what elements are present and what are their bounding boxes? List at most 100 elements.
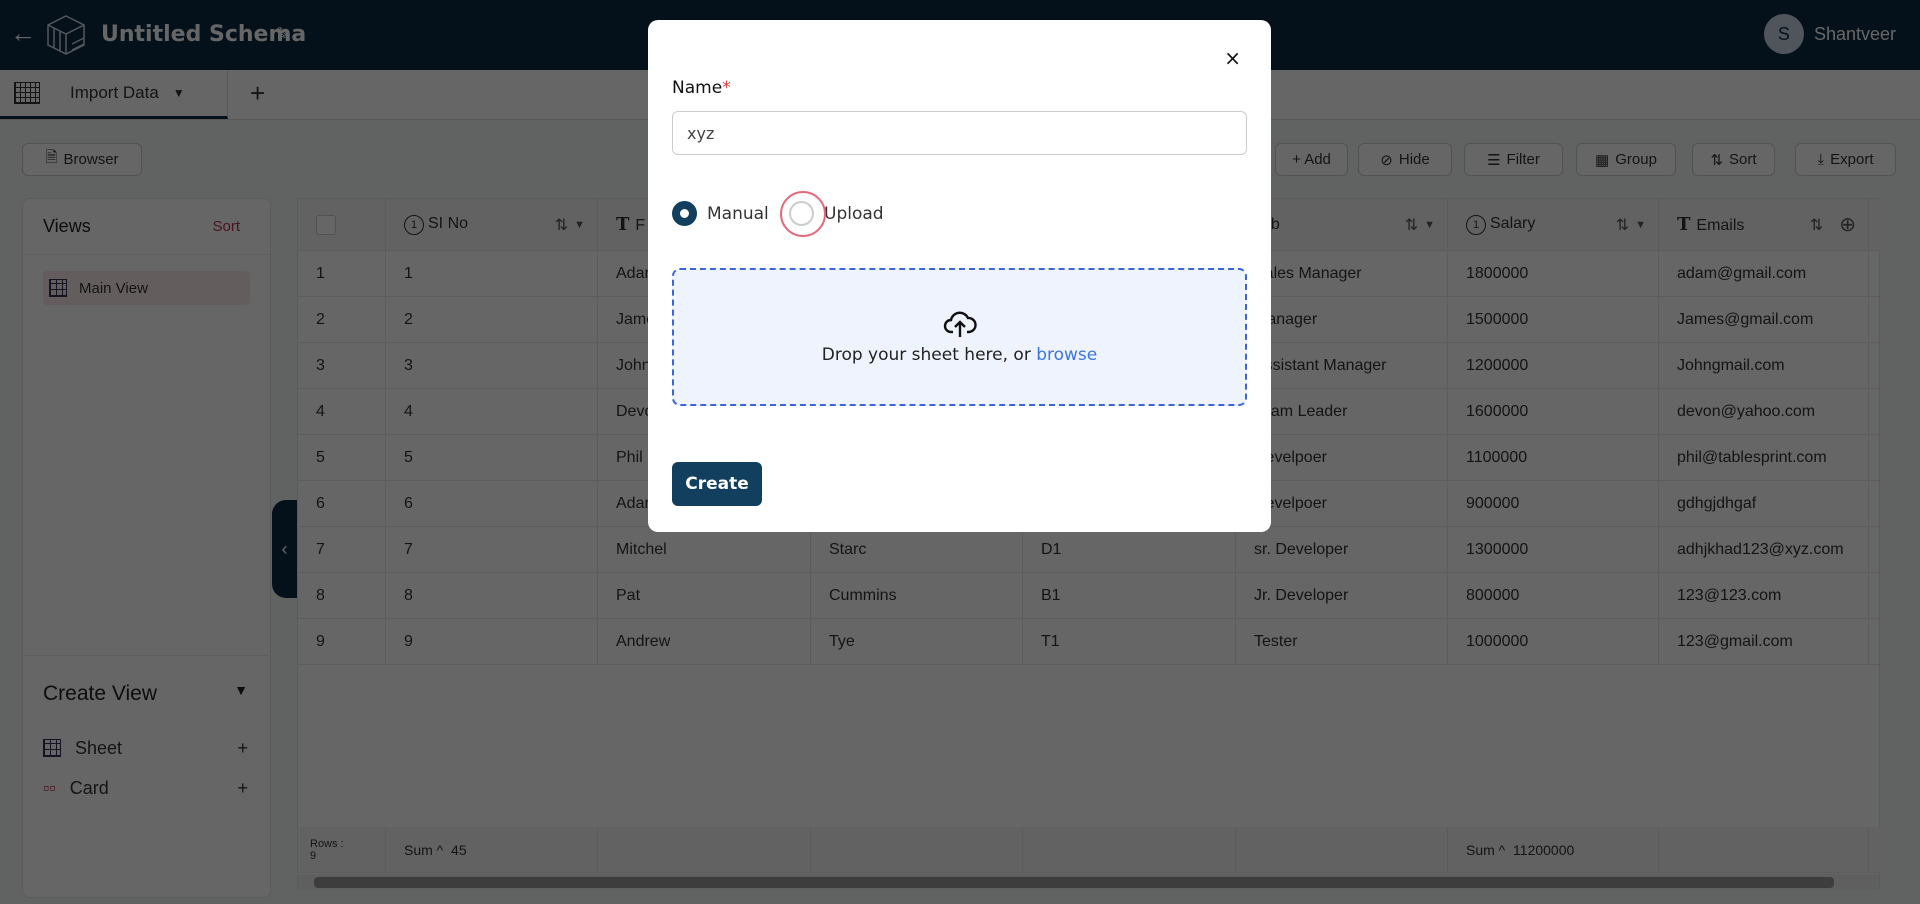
column-label: TF (616, 214, 645, 235)
table-cell[interactable]: 1100000 (1448, 435, 1659, 480)
chevron-down-icon[interactable]: ▼ (1635, 219, 1646, 231)
table-cell[interactable]: phil@tablesprint.com (1659, 435, 1869, 480)
table-cell[interactable]: 2 (386, 297, 598, 342)
chevron-left-icon: ‹ (281, 538, 288, 559)
select-all-checkbox-cell[interactable] (298, 199, 386, 250)
close-icon[interactable]: × (1224, 46, 1241, 70)
table-cell[interactable]: T1 (1023, 619, 1236, 664)
add-tab-button[interactable]: + (250, 78, 265, 109)
table-cell[interactable]: adam@gmail.com (1659, 251, 1869, 296)
table-cell[interactable]: Starc (811, 527, 1023, 572)
table-cell[interactable]: Andrew (598, 619, 811, 664)
chevron-down-icon[interactable]: ▼ (574, 219, 585, 231)
browser-button[interactable]: 🗎 Browser (22, 143, 142, 176)
views-sort-link[interactable]: Sort (212, 218, 240, 235)
table-cell[interactable]: Mitchel (598, 527, 811, 572)
table-cell[interactable]: Tye (811, 619, 1023, 664)
column-label: 1 SI No (404, 214, 469, 235)
table-cell[interactable]: Cummins (811, 573, 1023, 618)
sort-icon[interactable]: ⇅ (555, 215, 568, 235)
table-cell[interactable]: Jr. Developer (1236, 573, 1448, 618)
export-button[interactable]: ⤓ Export (1795, 143, 1896, 176)
table-cell[interactable]: devon@yahoo.com (1659, 389, 1869, 434)
group-button[interactable]: ▦ Group (1576, 143, 1676, 176)
sum-toggle[interactable]: Sum ^ (1466, 842, 1505, 858)
add-column-icon[interactable]: ⊕ (1839, 212, 1856, 237)
create-button[interactable]: Create (672, 462, 762, 506)
radio-upload[interactable]: Upload (789, 201, 884, 226)
table-cell[interactable]: 9 (386, 619, 598, 664)
table-cell[interactable]: 7 (386, 527, 598, 572)
table-cell[interactable]: 1800000 (1448, 251, 1659, 296)
table-cell[interactable]: 1600000 (1448, 389, 1659, 434)
table-cell[interactable]: Pat (598, 573, 811, 618)
view-item-main[interactable]: Main View (43, 271, 250, 305)
filter-button[interactable]: ☰ Filter (1464, 143, 1563, 176)
table-cell[interactable]: 123@gmail.com (1659, 619, 1869, 664)
sort-icon[interactable]: ⇅ (1405, 215, 1418, 235)
tab-import-data[interactable]: Import Data ▼ (0, 70, 228, 119)
radio-manual[interactable]: Manual (672, 201, 769, 226)
table-cell[interactable]: 800000 (1448, 573, 1659, 618)
back-arrow-icon[interactable]: ← (10, 18, 36, 49)
add-button[interactable]: + Add (1275, 143, 1348, 176)
column-name: SI No (428, 214, 469, 232)
browse-link[interactable]: browse (1036, 345, 1097, 365)
table-cell[interactable]: Tester (1236, 619, 1448, 664)
sheet-grid-icon (43, 739, 61, 757)
browser-label: Browser (63, 151, 119, 168)
table-cell[interactable]: 123@123.com (1659, 573, 1869, 618)
table-cell[interactable]: 3 (386, 343, 598, 388)
edit-pencil-icon[interactable]: ✎ (275, 24, 290, 45)
table-cell[interactable]: 1 (386, 251, 598, 296)
table-cell[interactable]: 1000000 (1448, 619, 1659, 664)
create-sheet-view[interactable]: Sheet + (43, 728, 248, 768)
table-cell[interactable]: 8 (386, 573, 598, 618)
user-menu[interactable]: S Shantveer (1763, 14, 1896, 54)
select-all-checkbox[interactable] (316, 214, 336, 235)
table-cell[interactable]: D1 (1023, 527, 1236, 572)
sort-icon: ⇅ (1710, 151, 1724, 169)
plus-icon[interactable]: + (237, 738, 248, 759)
chevron-down-icon[interactable]: ▼ (234, 682, 248, 706)
create-card-view[interactable]: ▫▫ Card + (43, 768, 248, 808)
sort-icon[interactable]: ⇅ (1616, 215, 1629, 235)
table-cell[interactable]: gdhgjdhgaf (1659, 481, 1869, 526)
dropzone-text: Drop your sheet here, or browse (822, 345, 1098, 365)
create-sheet-modal: × Name* Manual Upload Drop your sheet he… (648, 20, 1271, 532)
table-cell[interactable]: 4 (386, 389, 598, 434)
table-cell[interactable]: James@gmail.com (1659, 297, 1869, 342)
table-cell[interactable]: 5 (386, 435, 598, 480)
name-input[interactable] (672, 111, 1247, 155)
table-cell[interactable]: Johngmail.com (1659, 343, 1869, 388)
radio-button-unchecked[interactable] (789, 201, 814, 226)
horizontal-scrollbar[interactable] (298, 874, 1879, 890)
chevron-down-icon[interactable]: ▼ (1424, 219, 1435, 231)
table-row[interactable]: 8 8 Pat Cummins B1 Jr. Developer 800000 123@123… (298, 573, 1881, 619)
table-cell[interactable]: 1500000 (1448, 297, 1659, 342)
radio-button-checked[interactable] (672, 201, 697, 226)
sort-button[interactable]: ⇅ Sort (1692, 143, 1775, 176)
table-cell[interactable]: adhjkhad123@xyz.com (1659, 527, 1869, 572)
plus-icon[interactable]: + (237, 778, 248, 799)
table-cell[interactable]: 1300000 (1448, 527, 1659, 572)
table-cell[interactable]: 6 (386, 481, 598, 526)
column-header[interactable]: T Emails ⇅ ⊕ (1659, 199, 1869, 250)
create-view-section: Create View ▼ Sheet + ▫▫ Card + (23, 655, 270, 808)
file-dropzone[interactable]: Drop your sheet here, or browse (672, 268, 1247, 406)
collapse-panel-handle[interactable]: ‹ (272, 500, 297, 598)
table-cell[interactable]: 900000 (1448, 481, 1659, 526)
table-cell[interactable]: sr. Developer (1236, 527, 1448, 572)
footer-cell: Sum ^ 11200000 (1448, 827, 1659, 872)
scrollbar-thumb[interactable] (314, 877, 1834, 888)
hide-button[interactable]: ⊘ Hide (1358, 143, 1452, 176)
chevron-down-icon[interactable]: ▼ (173, 86, 185, 100)
table-cell[interactable]: B1 (1023, 573, 1236, 618)
table-row[interactable]: 9 9 Andrew Tye T1 Tester 1000000 123@gmail.com (298, 619, 1881, 665)
table-row[interactable]: 7 7 Mitchel Starc D1 sr. Developer 1300000 adhj… (298, 527, 1881, 573)
table-cell[interactable]: 1200000 (1448, 343, 1659, 388)
column-header[interactable]: 1 Salary ⇅ ▼ (1448, 199, 1659, 250)
column-header[interactable]: 1 SI No ⇅ ▼ (386, 199, 598, 250)
sum-toggle[interactable]: Sum ^ (404, 842, 443, 858)
sort-icon[interactable]: ⇅ (1810, 215, 1823, 235)
